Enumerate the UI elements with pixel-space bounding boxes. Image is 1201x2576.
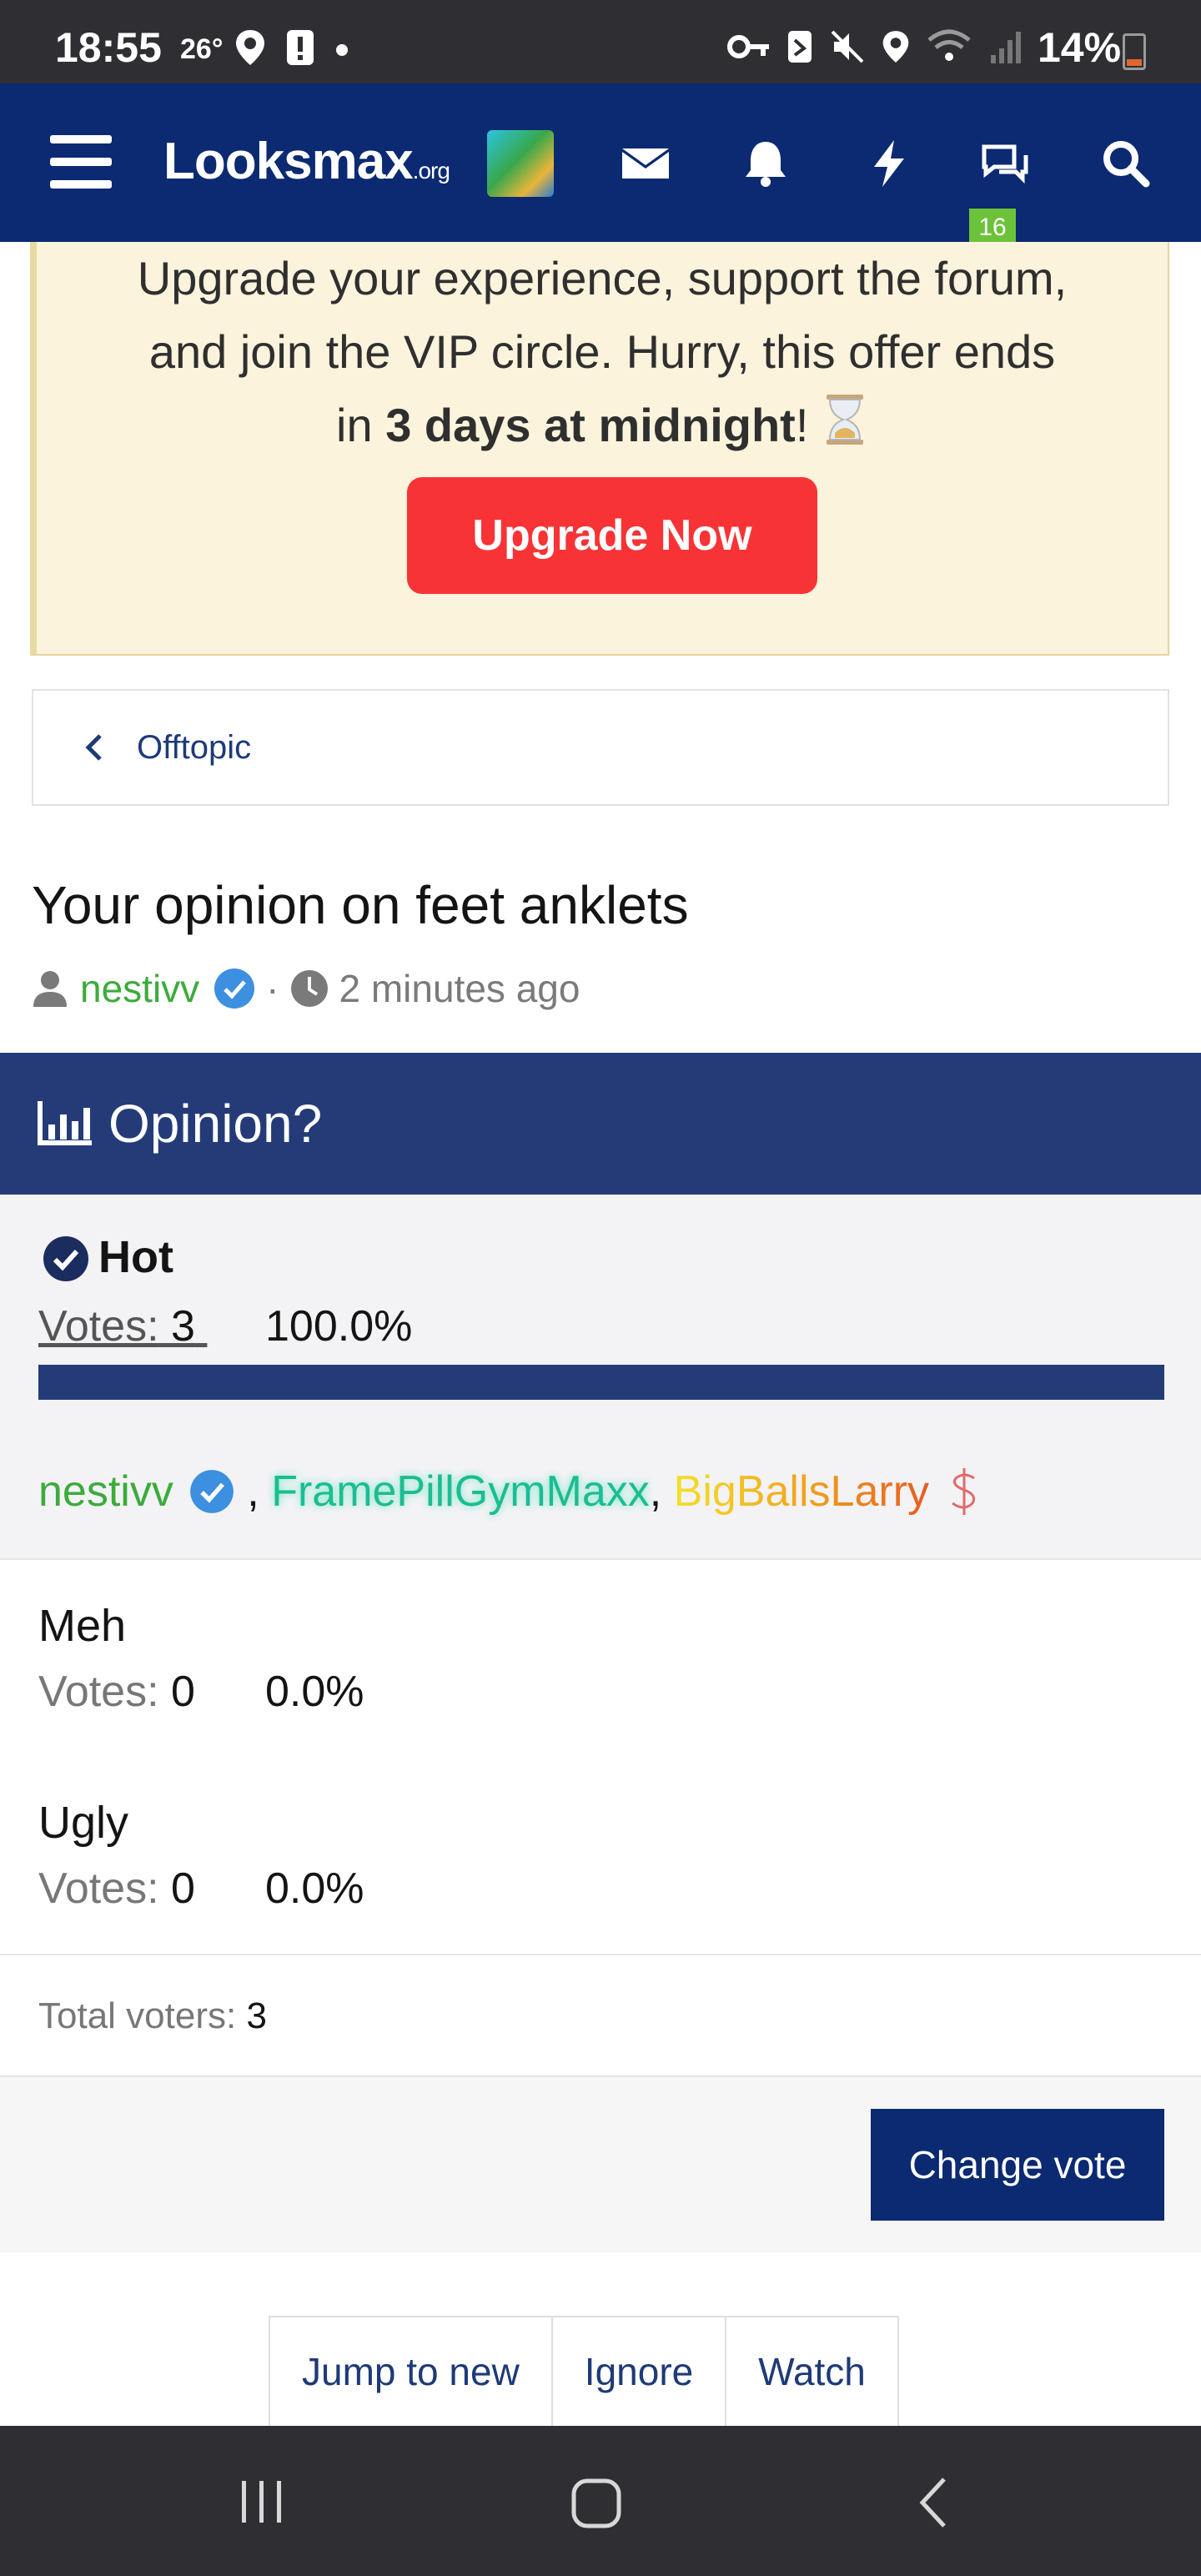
ignore-button[interactable]: Ignore [550,2316,727,2428]
poll-option-ugly[interactable]: Ugly Votes: 0 0.0% [0,1757,1201,1954]
verified-icon [214,969,255,1009]
upgrade-now-button[interactable]: Upgrade Now [407,477,817,594]
thread-meta: nestivv · 2 minutes ago [32,966,580,1011]
recent-apps-icon[interactable] [237,2478,287,2524]
poll-title: Opinion? [108,1094,323,1154]
clock-icon [290,970,328,1007]
votes-link[interactable]: Votes: 3 [38,1301,207,1351]
vote-bar [38,1365,1164,1400]
option-label: Hot [98,1232,173,1282]
bar-chart-icon [38,1101,92,1145]
voter-link[interactable]: nestivv [38,1467,173,1517]
chevron-left-icon [85,734,102,761]
search-icon[interactable] [1099,137,1153,190]
meta-separator: · [266,967,279,1010]
home-icon[interactable] [570,2478,622,2529]
poll-header: Opinion? [0,1053,1201,1195]
user-icon [33,971,67,1007]
status-bar: 18:55 26° 14% [0,0,1201,83]
dot-icon [336,44,348,56]
change-vote-button[interactable]: Change vote [871,2109,1164,2221]
bell-icon[interactable] [739,137,792,190]
status-temp: 26° [180,33,224,65]
key-icon [727,35,769,58]
voter-list: nestivv , FramePillGymMaxx , BigBallsLar… [38,1467,981,1517]
location-icon-2 [882,31,909,63]
option-label: Meh [38,1601,127,1651]
wifi-icon [927,29,971,61]
watch-button[interactable]: Watch [725,2316,899,2428]
thread-action-group: Jump to new Ignore Watch [269,2316,899,2428]
battery-icon [1123,33,1146,70]
bolt-icon[interactable] [862,137,916,190]
page-title: Your opinion on feet anklets [32,875,689,935]
voter-link[interactable]: FramePillGymMaxx [271,1467,650,1517]
battery-percent: 14% [1038,24,1122,71]
location-icon [236,30,264,65]
option-percent: 100.0% [265,1302,413,1351]
poll-actions: Change vote [0,2077,1201,2252]
poll-option-meh[interactable]: Meh Votes: 0 0.0% [0,1560,1201,1757]
status-time: 18:55 [55,24,162,71]
system-nav-bar [0,2426,1201,2576]
dollar-icon [952,1468,976,1515]
site-logo[interactable]: Looksmax.org [163,132,450,191]
option-percent: 0.0% [265,1668,364,1716]
upgrade-banner: Upgrade your experience, support the for… [30,242,1169,656]
upgrade-text: Upgrade your experience, support the for… [137,252,1068,451]
mute-icon [831,30,864,63]
mail-icon[interactable] [619,137,672,190]
hourglass-icon [826,395,863,445]
user-avatar[interactable] [487,130,554,197]
verified-icon [189,1470,234,1513]
menu-icon[interactable] [50,135,112,189]
alert-icon [287,30,314,65]
back-icon[interactable] [914,2476,954,2529]
option-label: Ugly [38,1798,129,1848]
thread-time: 2 minutes ago [339,967,580,1010]
signal-icon [991,32,1021,63]
breadcrumb[interactable]: Offtopic [32,689,1169,806]
check-circle-icon [43,1236,88,1281]
poll-total: Total voters: 3 [0,1954,1201,2077]
chat-icon[interactable] [977,137,1031,190]
poll-option-hot[interactable]: Hot Votes: 3 100.0% nestivv , FramePillG… [0,1195,1201,1560]
option-percent: 0.0% [265,1864,364,1913]
jump-to-new-button[interactable]: Jump to new [269,2316,553,2428]
breadcrumb-label[interactable]: Offtopic [137,729,251,767]
thread-author[interactable]: nestivv [80,966,199,1011]
nfc-icon [788,31,812,63]
vote-bar-fill [38,1365,1164,1400]
site-header: Looksmax.org 16 [0,83,1201,247]
voter-link[interactable]: BigBallsLarry [674,1467,929,1517]
